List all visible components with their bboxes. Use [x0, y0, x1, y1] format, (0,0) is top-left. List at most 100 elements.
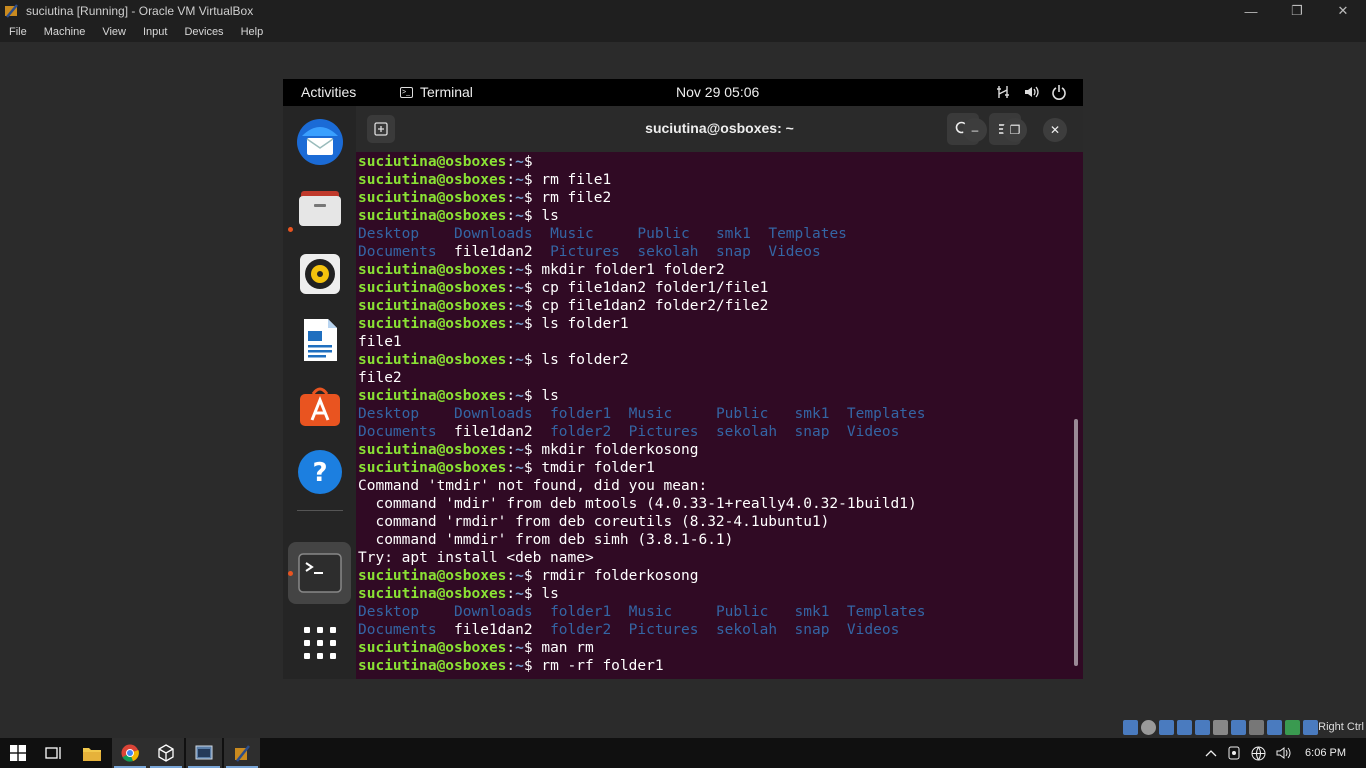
svg-text:?: ?: [312, 458, 327, 488]
ls-directory: Downloads: [454, 406, 551, 422]
status-indicators: [1123, 720, 1318, 735]
ls-directory: folder1: [550, 406, 629, 422]
terminal-scrollbar[interactable]: [1074, 419, 1078, 666]
new-tab-button[interactable]: [367, 115, 395, 143]
prompt-dollar: $: [523, 262, 542, 278]
help-icon[interactable]: ?: [296, 448, 344, 496]
vm-window-button[interactable]: [186, 738, 222, 768]
command-text: ls folder2: [541, 352, 629, 368]
terminal-icon[interactable]: [296, 549, 344, 597]
menu-file[interactable]: File: [0, 26, 35, 38]
network-icon[interactable]: [995, 84, 1011, 100]
system-tray: 6:06 PM: [1200, 738, 1366, 768]
guest-additions-icon[interactable]: [1285, 720, 1300, 735]
volume-icon[interactable]: [1023, 84, 1039, 100]
new-tab-icon: [374, 122, 388, 136]
virtualbox-button[interactable]: [148, 738, 184, 768]
app-menu[interactable]: >_ Terminal: [400, 84, 473, 100]
terminal-output[interactable]: suciutina@osboxes:~$ suciutina@osboxes:~…: [358, 153, 1068, 679]
display-icon[interactable]: [1231, 720, 1246, 735]
system-tray[interactable]: [995, 84, 1067, 100]
chevron-up-icon[interactable]: [1205, 749, 1217, 757]
restore-icon[interactable]: ❐: [1274, 0, 1320, 22]
prompt-colon: :: [506, 352, 516, 368]
terminal-window[interactable]: suciutina@osboxes: ~ – ❐ ✕ suciutina@osb…: [356, 106, 1083, 679]
mouse-integration-icon[interactable]: [1303, 720, 1318, 735]
optical-drive-icon[interactable]: [1141, 720, 1156, 735]
virtualbox-app-icon: [5, 4, 18, 18]
document-editor-icon[interactable]: [296, 316, 344, 364]
vm-display[interactable]: Activities >_ Terminal Nov 29 05:06 ? su…: [283, 79, 1083, 679]
device-icon[interactable]: [1227, 746, 1241, 760]
file-manager-icon[interactable]: [296, 184, 344, 232]
file-explorer-button[interactable]: [74, 738, 110, 768]
speaker-icon[interactable]: [1276, 746, 1292, 760]
close-button[interactable]: ✕: [1043, 118, 1067, 142]
menu-view[interactable]: View: [93, 26, 134, 38]
host-key-label: Right Ctrl: [1318, 721, 1364, 733]
power-icon[interactable]: [1051, 84, 1067, 100]
task-view-icon: [45, 747, 61, 759]
menu-machine[interactable]: Machine: [35, 26, 94, 38]
cpu-icon[interactable]: [1267, 720, 1282, 735]
prompt-colon: :: [506, 658, 516, 674]
ls-directory: Music: [550, 226, 638, 242]
terminal-line: file1: [358, 333, 1068, 351]
hdd-activity-icon[interactable]: [1123, 720, 1138, 735]
ls-directory: Templates: [846, 406, 926, 422]
ls-directory: folder1: [550, 604, 629, 620]
vbox-titlebar: suciutina [Running] - Oracle VM VirtualB…: [0, 0, 1366, 22]
command-text: ls: [541, 208, 559, 224]
mail-client-icon[interactable]: [296, 118, 344, 166]
menu-help[interactable]: Help: [232, 26, 272, 38]
terminal-line: suciutina@osboxes:~$ cp file1dan2 folder…: [358, 279, 1068, 297]
prompt-dollar: $: [523, 442, 542, 458]
command-text: rm file1: [541, 172, 612, 188]
shared-folders-icon[interactable]: [1213, 720, 1228, 735]
audio-icon[interactable]: [1159, 720, 1174, 735]
recording-icon[interactable]: [1249, 720, 1264, 735]
prompt-path: ~: [515, 280, 524, 296]
prompt-user: suciutina@osboxes: [358, 316, 507, 332]
command-text: mkdir folder1 folder2: [541, 262, 725, 278]
ls-directory: smk1: [794, 406, 847, 422]
taskbar-clock[interactable]: 6:06 PM: [1305, 747, 1346, 759]
minimize-button[interactable]: –: [963, 118, 987, 142]
prompt-dollar: $: [523, 640, 542, 656]
output-text: file1: [358, 334, 402, 350]
prompt-colon: :: [506, 208, 516, 224]
terminal-line: suciutina@osboxes:~$ ls folder2: [358, 351, 1068, 369]
terminal-line: suciutina@osboxes:~$: [358, 153, 1068, 171]
virtualbox-manager-button[interactable]: [224, 738, 260, 768]
close-icon[interactable]: ✕: [1320, 0, 1366, 22]
activities-button[interactable]: Activities: [301, 84, 356, 100]
ls-directory: Templates: [768, 226, 847, 242]
task-view-button[interactable]: [36, 738, 72, 768]
minimize-icon[interactable]: —: [1228, 0, 1274, 22]
prompt-dollar: $: [523, 298, 542, 314]
prompt-user: suciutina@osboxes: [358, 208, 507, 224]
terminal-line: Command 'tmdir' not found, did you mean:: [358, 477, 1068, 495]
prompt-colon: :: [506, 172, 516, 188]
start-button[interactable]: [0, 738, 36, 768]
menu-devices[interactable]: Devices: [175, 26, 231, 38]
prompt-colon: :: [506, 280, 516, 296]
prompt-colon: :: [506, 460, 516, 476]
prompt-dollar: $: [523, 280, 542, 296]
network-adapter-icon[interactable]: [1177, 720, 1192, 735]
window-title: suciutina [Running] - Oracle VM VirtualB…: [26, 4, 254, 18]
maximize-button[interactable]: ❐: [1003, 118, 1027, 142]
prompt-dollar: $: [523, 154, 542, 170]
globe-icon[interactable]: [1251, 746, 1266, 761]
chrome-button[interactable]: [112, 738, 148, 768]
ls-directory: snap: [794, 424, 847, 440]
app-grid-icon[interactable]: [296, 619, 344, 667]
terminal-line: suciutina@osboxes:~$ ls: [358, 207, 1068, 225]
command-text: ls: [541, 388, 559, 404]
menu-input[interactable]: Input: [134, 26, 175, 38]
app-store-icon[interactable]: [296, 382, 344, 430]
command-text: rmdir folderkosong: [541, 568, 699, 584]
clock[interactable]: Nov 29 05:06: [676, 84, 759, 100]
usb-icon[interactable]: [1195, 720, 1210, 735]
music-player-icon[interactable]: [296, 250, 344, 298]
